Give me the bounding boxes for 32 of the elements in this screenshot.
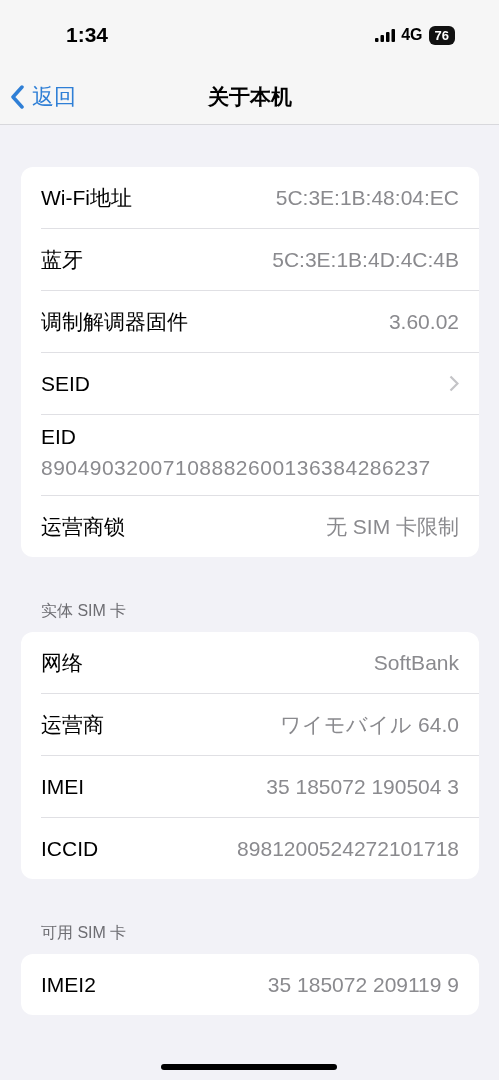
row-value: 无 SIM 卡限制 [326,513,459,540]
status-time: 1:34 [66,23,109,47]
list-row[interactable]: SEID [41,353,479,415]
row-label: IMEI2 [41,972,96,997]
row-label: 运营商锁 [41,513,125,540]
page-title: 关于本机 [207,84,292,110]
row-value: ワイモバイル 64.0 [280,711,459,738]
row-value: 8981200524272101718 [237,836,459,861]
chevron-left-icon [10,85,24,109]
row-label: 蓝牙 [41,246,83,273]
row-value: 35 185072 209119 9 [267,972,459,997]
section-header: 可用 SIM 卡 [40,923,128,943]
row-label: Wi-Fi地址 [41,184,132,211]
row-value: 5C:3E:1B:48:04:EC [275,185,459,210]
row-label: ICCID [41,836,99,861]
row-label: EID [41,425,77,449]
row-label: 调制解调器固件 [41,308,188,335]
back-link[interactable]: 返回 [10,82,76,112]
row-value: 3.60.02 [388,309,459,334]
row-label: SEID [41,371,90,396]
section-header: 实体 SIM 卡 [40,601,128,621]
network-label: 4G [401,26,423,44]
row-label: 运营商 [41,711,104,738]
row-value: SoftBank [373,650,459,675]
chevron-icon [449,375,459,392]
row-label: 网络 [41,649,83,676]
signal-icon [375,28,396,42]
row-value: 89049032007108882600136384286237 [41,455,432,481]
battery-indicator: 76 [428,25,455,45]
row-value: 5C:3E:1B:4D:4C:4B [272,247,459,272]
row-label: IMEI [41,774,85,799]
row-value: 35 185072 190504 3 [266,774,459,799]
